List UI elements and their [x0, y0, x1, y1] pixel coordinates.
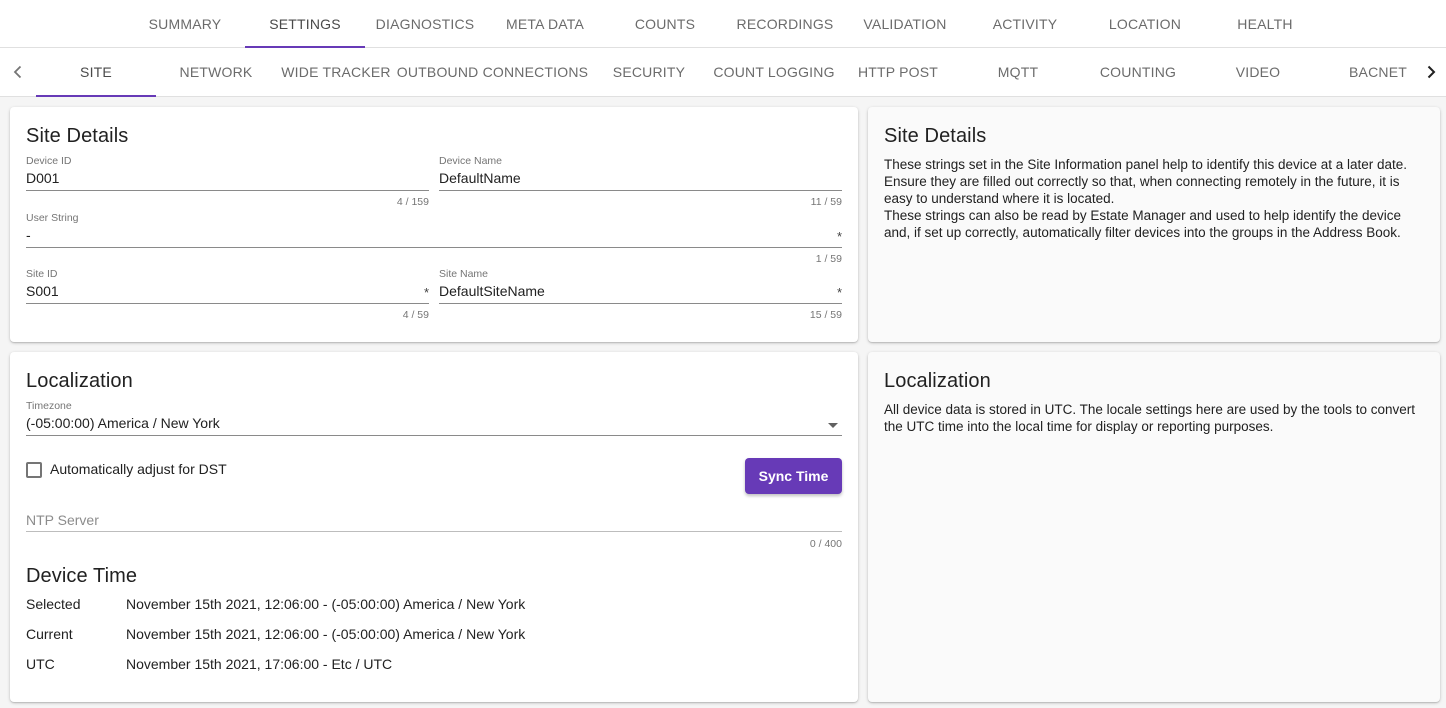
tab-site[interactable]: SITE [36, 48, 156, 97]
tabs-scroll-right-button[interactable] [1416, 48, 1446, 96]
site-details-help-paragraph: These strings set in the Site Informatio… [884, 157, 1408, 206]
tab-summary[interactable]: SUMMARY [125, 0, 245, 47]
dst-checkbox[interactable] [26, 462, 42, 478]
device-id-counter: 4 / 159 [396, 196, 429, 208]
tabs-scroll-left-button[interactable] [2, 48, 34, 96]
tab-video[interactable]: VIDEO [1198, 48, 1318, 96]
site-name-counter: 15 / 59 [809, 309, 842, 321]
device-name-label: Device Name [439, 155, 503, 167]
timezone-underline [26, 435, 842, 436]
site-id-value: S001 [26, 283, 59, 299]
tab-meta-data[interactable]: META DATA [485, 0, 605, 47]
tab-health[interactable]: HEALTH [1205, 0, 1325, 47]
device-time-row: UTC November 15th 2021, 17:06:00 - Etc /… [26, 656, 826, 674]
tab-diagnostics[interactable]: DIAGNOSTICS [365, 0, 485, 47]
tab-count-logging[interactable]: COUNT LOGGING [709, 48, 839, 96]
main-tab-bar: SUMMARY SETTINGS DIAGNOSTICS META DATA C… [0, 0, 1446, 48]
tab-network[interactable]: NETWORK [156, 48, 276, 96]
settings-tab-bar: SITE NETWORK WIDE TRACKER OUTBOUND CONNE… [0, 48, 1446, 97]
device-time-value: November 15th 2021, 12:06:00 - (-05:00:0… [126, 596, 526, 612]
tab-security[interactable]: SECURITY [589, 48, 709, 96]
site-id-underline [26, 303, 429, 304]
chevron-left-icon [13, 65, 22, 79]
device-time-key: UTC [26, 656, 55, 672]
site-name-underline [439, 303, 842, 304]
site-details-help-paragraph: These strings can also be read by Estate… [884, 208, 1402, 240]
tab-location[interactable]: LOCATION [1085, 0, 1205, 47]
ntp-server-field[interactable]: NTP Server 0 / 400 [26, 510, 842, 550]
device-name-value: DefaultName [439, 170, 521, 186]
tab-http-post[interactable]: HTTP POST [839, 48, 957, 96]
site-name-label: Site Name [439, 268, 489, 280]
site-id-counter: 4 / 59 [402, 309, 429, 321]
device-time-key: Current [26, 626, 73, 642]
localization-help-card: Localization All device data is stored i… [868, 352, 1440, 702]
user-string-counter: 1 / 59 [815, 253, 842, 265]
device-time-value: November 15th 2021, 17:06:00 - Etc / UTC [126, 656, 393, 672]
tab-activity[interactable]: ACTIVITY [965, 0, 1085, 47]
localization-help-paragraph: All device data is stored in UTC. The lo… [884, 402, 1416, 434]
device-id-value: D001 [26, 170, 60, 186]
sync-time-button[interactable]: Sync Time [745, 458, 842, 494]
timezone-value: (-05:00:00) America / New York [26, 415, 220, 431]
tab-outbound-connections[interactable]: OUTBOUND CONNECTIONS [396, 48, 589, 96]
tab-validation[interactable]: VALIDATION [845, 0, 965, 47]
device-time-value: November 15th 2021, 12:06:00 - (-05:00:0… [126, 626, 526, 642]
device-time-title: Device Time [26, 565, 138, 587]
device-id-underline [26, 190, 429, 191]
user-string-required-mark: * [836, 229, 842, 244]
site-name-value: DefaultSiteName [439, 283, 545, 299]
site-id-required-mark: * [423, 285, 429, 300]
site-details-title: Site Details [26, 125, 129, 147]
device-time-key: Selected [26, 596, 81, 612]
localization-title: Localization [26, 370, 133, 392]
localization-help-title: Localization [884, 370, 991, 392]
tab-counting[interactable]: COUNTING [1078, 48, 1198, 96]
tab-recordings[interactable]: RECORDINGS [725, 0, 845, 47]
site-details-help-text: These strings set in the Site Informatio… [884, 156, 1422, 241]
arrow-drop-down-icon [828, 423, 838, 428]
device-id-label: Device ID [26, 155, 72, 167]
dst-checkbox-label[interactable]: Automatically adjust for DST [50, 461, 227, 477]
tab-counts[interactable]: COUNTS [605, 0, 725, 47]
device-name-field[interactable]: Device Name DefaultName 11 / 59 [439, 155, 842, 211]
ntp-server-placeholder: NTP Server [26, 512, 99, 528]
site-name-field[interactable]: Site Name DefaultSiteName * 15 / 59 [439, 268, 842, 324]
ntp-server-underline [26, 531, 842, 532]
site-details-card: Site Details Device ID D001 4 / 159 Devi… [10, 107, 858, 342]
site-details-help-title: Site Details [884, 125, 987, 147]
localization-card: Localization Timezone (-05:00:00) Americ… [10, 352, 858, 702]
device-time-row: Current November 15th 2021, 12:06:00 - (… [26, 626, 826, 644]
chevron-right-icon [1427, 65, 1436, 79]
site-id-label: Site ID [26, 268, 58, 280]
device-name-counter: 11 / 59 [810, 196, 842, 208]
timezone-select[interactable]: Timezone (-05:00:00) America / New York [26, 400, 842, 440]
device-name-underline [439, 190, 842, 191]
user-string-field[interactable]: User String - * 1 / 59 [26, 212, 842, 268]
device-time-row: Selected November 15th 2021, 12:06:00 - … [26, 596, 826, 614]
ntp-server-counter: 0 / 400 [809, 538, 842, 550]
site-name-required-mark: * [836, 285, 842, 300]
tab-mqtt[interactable]: MQTT [958, 48, 1078, 96]
user-string-value: - [26, 227, 31, 243]
site-id-field[interactable]: Site ID S001 * 4 / 59 [26, 268, 429, 324]
device-id-field[interactable]: Device ID D001 4 / 159 [26, 155, 429, 211]
user-string-label: User String [26, 212, 79, 224]
tab-wide-tracker[interactable]: WIDE TRACKER [276, 48, 396, 96]
tab-settings[interactable]: SETTINGS [245, 0, 365, 48]
site-details-help-card: Site Details These strings set in the Si… [868, 107, 1440, 342]
localization-help-text: All device data is stored in UTC. The lo… [884, 401, 1422, 435]
user-string-underline [26, 247, 842, 248]
timezone-label: Timezone [26, 400, 72, 412]
